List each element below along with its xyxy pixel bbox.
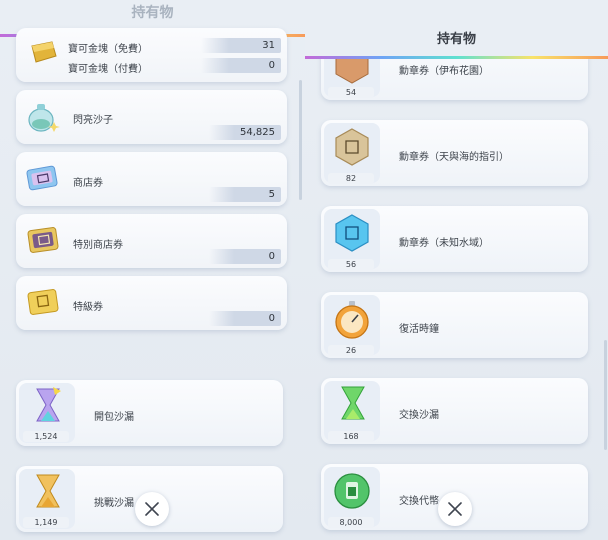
item-count: 82 <box>328 173 374 184</box>
medal-ticket-unknown-waters-icon <box>332 213 372 257</box>
item-label: 特級券 <box>73 302 103 313</box>
left-panel: 持有物 寶可金塊（免費） 31 寶可金塊（付費） 0 閃亮沙子 54,825 商… <box>0 0 305 540</box>
pack-hourglass-icon <box>31 385 65 433</box>
shop-ticket-icon <box>26 164 60 196</box>
gold-bar-icon <box>28 40 58 68</box>
close-button[interactable] <box>438 492 472 526</box>
item-count: 168 <box>328 431 374 442</box>
item-count: 56 <box>328 259 374 270</box>
item-icon-frame: 1,524 <box>19 383 75 443</box>
item-label: 開包沙漏 <box>94 412 134 423</box>
gold-paid-count: 0 <box>201 58 281 73</box>
item-label: 勳章券（天與海的指引） <box>399 152 509 163</box>
gold-free-label: 寶可金塊（免費） <box>68 44 148 55</box>
item-label: 交換代幣 <box>399 496 439 507</box>
item-count: 1,524 <box>23 431 69 442</box>
page-title: 持有物 <box>131 5 174 21</box>
title-underline-overlay <box>305 56 608 59</box>
item-count: 8,000 <box>328 517 374 528</box>
list-item[interactable]: 82 勳章券（天與海的指引） <box>321 120 588 186</box>
item-label: 特別商店券 <box>73 240 123 251</box>
item-icon-frame: 8,000 <box>324 467 380 528</box>
item-icon-frame: 56 <box>324 209 380 270</box>
item-label: 交換沙漏 <box>399 410 439 421</box>
item-count: 0 <box>209 249 281 264</box>
gold-free-count: 31 <box>201 38 281 53</box>
item-count: 54,825 <box>209 125 281 140</box>
page-title-overlay: 持有物 <box>436 32 476 47</box>
item-icon-frame: 82 <box>324 123 380 184</box>
item-label: 閃亮沙子 <box>73 115 113 126</box>
shiny-sand-icon <box>24 100 60 138</box>
medal-ticket-sky-sea-icon <box>332 127 372 171</box>
item-label: 復活時鐘 <box>399 324 439 335</box>
gold-card[interactable]: 寶可金塊（免費） 31 寶可金塊（付費） 0 <box>16 28 287 82</box>
item-count: 1,149 <box>23 517 69 528</box>
right-panel: 持有物 54 勳章券（伊布花園） 持有物 82 勳章券（天與海的指引） <box>305 0 608 540</box>
challenge-hourglass-icon <box>31 471 65 519</box>
item-icon-frame: 168 <box>324 381 380 442</box>
premium-ticket-icon <box>26 286 62 322</box>
item-label: 商店券 <box>73 178 103 189</box>
item-label: 勳章券（伊布花園） <box>399 66 489 77</box>
list-item[interactable]: 特別商店券 0 <box>16 214 287 268</box>
trade-hourglass-icon <box>336 383 370 431</box>
close-icon <box>448 502 462 516</box>
item-count: 0 <box>209 311 281 326</box>
list-item[interactable]: 26 復活時鐘 <box>321 292 588 358</box>
special-shop-ticket-icon <box>26 224 62 260</box>
item-count: 26 <box>328 345 374 356</box>
close-button[interactable] <box>135 492 169 526</box>
revival-clock-icon <box>332 299 372 345</box>
list-item[interactable]: 特級券 0 <box>16 276 287 330</box>
item-label: 挑戰沙漏 <box>94 498 134 509</box>
item-icon-frame: 1,149 <box>19 469 75 529</box>
list-item[interactable]: 閃亮沙子 54,825 <box>16 90 287 144</box>
scrollbar[interactable] <box>604 340 607 450</box>
item-count: 5 <box>209 187 281 202</box>
list-item[interactable]: 1,524 開包沙漏 <box>16 380 283 446</box>
scrollbar[interactable] <box>299 80 302 200</box>
item-icon-frame: 26 <box>324 295 380 356</box>
trade-token-icon <box>332 471 372 515</box>
list-item[interactable]: 168 交換沙漏 <box>321 378 588 444</box>
list-item[interactable]: 商店券 5 <box>16 152 287 206</box>
item-label: 勳章券（未知水域） <box>399 238 489 249</box>
item-count: 54 <box>328 87 374 98</box>
list-item[interactable]: 56 勳章券（未知水域） <box>321 206 588 272</box>
gold-paid-label: 寶可金塊（付費） <box>68 64 148 75</box>
close-icon <box>145 502 159 516</box>
